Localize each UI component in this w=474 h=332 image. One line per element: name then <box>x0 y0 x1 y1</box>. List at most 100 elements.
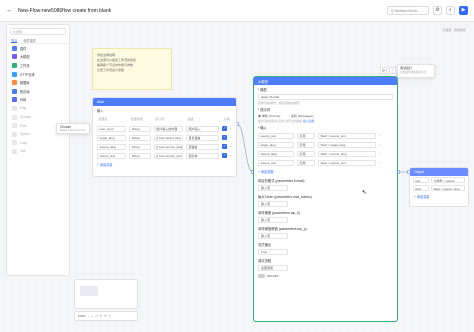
required-checkbox[interactable]: ✓ <box>222 126 228 131</box>
theme-icon[interactable]: ◐ <box>446 6 455 15</box>
palette-item[interactable]: 插件 <box>7 44 69 53</box>
remove-param-icon[interactable]: − <box>379 143 381 147</box>
flag-icon[interactable]: ⚐ <box>109 314 112 318</box>
param-label: 采样阈值阈值 (parameters.top_p) <box>258 227 307 231</box>
back-arrow-icon[interactable]: ← <box>6 7 13 14</box>
param-value-field[interactable]: Start > source_text <box>318 159 376 166</box>
palette-item[interactable]: 大模型 <box>7 53 69 62</box>
insert-variable-link[interactable]: 插入变量 <box>303 119 314 123</box>
var-default-field[interactable]: {{ from.target_lang }} <box>153 134 184 141</box>
var-name-field[interactable]: target_lang <box>97 134 127 141</box>
llm-node[interactable]: 大模型 * 模型 qwen-7b-chat 选择合适的模型，或者添加新的模型 *… <box>253 76 398 322</box>
input-param-row: source_text 引用 Start > source_text − <box>254 131 397 140</box>
start-node[interactable]: Start 输入 变量名 变量类型 默认值 描述 必填 user_input St… <box>92 97 237 177</box>
palette-item[interactable]: Flag <box>7 104 69 113</box>
zoom-level[interactable]: 100% <box>78 314 86 318</box>
llm-add-param-button[interactable]: + 添加参数 <box>254 167 397 176</box>
var-type-field[interactable]: String <box>129 143 151 150</box>
palette-item[interactable]: Tool <box>7 147 69 156</box>
param-value-field[interactable]: 全部调用 <box>258 265 288 271</box>
palette-item[interactable]: 知识库 <box>7 87 69 96</box>
remove-row-icon[interactable]: − <box>230 154 232 158</box>
redo-icon[interactable]: ↷ <box>104 314 107 318</box>
palette-item[interactable]: 代码 <box>7 96 69 105</box>
node-type-icon <box>12 62 17 68</box>
more-icon[interactable]: ⋮ <box>389 67 396 74</box>
zoom-in-icon[interactable]: + <box>91 314 93 318</box>
var-type-field[interactable]: String <box>129 125 151 132</box>
param-type-field[interactable]: 引用 <box>297 141 315 148</box>
param-value-field[interactable]: Start > source_lang <box>318 150 376 157</box>
palette-item[interactable]: Choose <box>7 113 69 122</box>
param-type-field[interactable]: 引用 <box>297 132 315 139</box>
var-type-field[interactable]: String <box>129 152 151 159</box>
param-type-field[interactable]: 引用 <box>297 159 315 166</box>
var-type-field[interactable]: String <box>129 134 151 141</box>
run-button[interactable]: ▶ <box>459 6 468 15</box>
output-name-field[interactable]: lang <box>413 185 429 191</box>
remove-param-icon[interactable]: − <box>379 161 381 165</box>
remove-row-icon[interactable]: − <box>230 127 232 131</box>
tab-plugins[interactable]: 组件插件 <box>23 38 36 43</box>
undo-icon[interactable]: ↶ <box>100 314 103 318</box>
param-value-field[interactable]: 输入值 <box>258 217 288 223</box>
required-checkbox[interactable]: ✓ <box>222 153 228 158</box>
palette-item[interactable]: 工作流 <box>7 61 69 70</box>
var-name-field[interactable]: user_input <box>97 125 127 132</box>
var-default-field[interactable]: 用户输入的内容 <box>153 125 184 132</box>
output-rows: text 大模型 > output lang Start > source_lang <box>410 176 468 192</box>
var-default-field[interactable]: {{ from.source_lang }} <box>153 143 184 150</box>
output-add-button[interactable]: + 添加变量 <box>410 192 468 201</box>
toggle-switch[interactable] <box>258 274 265 278</box>
remove-row-icon[interactable]: − <box>230 136 232 140</box>
palette-list: 插件 大模型 工作流 HTTP请求 数据库 知识库 代码 Flag Choose Flow Opti… <box>7 44 69 156</box>
param-name-field[interactable]: source_text <box>258 159 294 166</box>
zoom-out-icon[interactable]: − <box>88 314 90 318</box>
search-input[interactable]: Q Workflow Studio <box>387 6 429 15</box>
var-desc-field[interactable]: 源文本 <box>186 152 220 159</box>
param-value-field[interactable]: 输入值 <box>258 233 288 239</box>
settings-icon[interactable]: ⚙ <box>433 6 442 15</box>
required-checkbox[interactable]: ✓ <box>222 144 228 149</box>
var-name-field[interactable]: source_lang <box>97 143 127 150</box>
minimap-viewport[interactable] <box>80 286 98 296</box>
var-default-field[interactable]: {{ from.source_text }} <box>153 152 184 159</box>
start-add-variable-button[interactable]: + 添加变量 <box>93 160 236 169</box>
palette-search-input[interactable]: Q 搜索 <box>10 28 66 35</box>
var-desc-field[interactable]: 源语言 <box>186 143 220 150</box>
param-name-field[interactable]: source_lang <box>258 150 294 157</box>
palette-item[interactable]: HTTP请求 <box>7 70 69 79</box>
param-value-field[interactable]: Start > source_text <box>318 132 376 139</box>
output-node[interactable]: Output text 大模型 > output lang Start > sourc… <box>409 167 469 207</box>
output-name-field[interactable]: text <box>413 177 429 183</box>
output-value-field[interactable]: 大模型 > output <box>431 177 465 183</box>
var-desc-field[interactable]: 用户输入 <box>186 125 220 132</box>
radio-single[interactable]: ◉ 单轮 (Prompt) <box>258 114 280 118</box>
param-value-field[interactable]: 输入值 <box>258 201 288 207</box>
param-value-field[interactable]: 输入值 <box>258 185 288 191</box>
remove-param-icon[interactable]: − <box>379 134 381 138</box>
param-value-field[interactable]: True <box>258 249 288 255</box>
node-type-icon <box>12 71 17 77</box>
sticky-note[interactable]: 添加注释说明 在这里可以描述工作流的用途 解释各个节点的作用与参数 记录工作流设… <box>92 48 172 90</box>
api-key-toggle[interactable]: API-KEY <box>254 272 397 280</box>
param-name-field[interactable]: source_text <box>258 132 294 139</box>
palette-item[interactable]: 数据库 <box>7 78 69 87</box>
drag-preview[interactable]: Choose Select a item from list <box>56 123 90 134</box>
radio-multi[interactable]: ○ 多轮 (Messages) <box>288 114 313 118</box>
palette-item[interactable]: Loop <box>7 139 69 148</box>
refresh-icon[interactable]: ⟳ <box>380 67 387 74</box>
remove-param-icon[interactable]: − <box>379 152 381 156</box>
required-checkbox[interactable]: ✓ <box>222 135 228 140</box>
fit-view-icon[interactable]: ⤢ <box>95 314 97 318</box>
minimap[interactable] <box>74 279 138 309</box>
remove-row-icon[interactable]: − <box>230 145 232 149</box>
model-select[interactable]: qwen-7b-chat <box>258 94 393 100</box>
param-name-field[interactable]: target_lang <box>258 141 294 148</box>
param-value-field[interactable]: Start > target_lang <box>318 141 376 148</box>
param-type-field[interactable]: 引用 <box>297 150 315 157</box>
var-name-field[interactable]: source_text <box>97 152 127 159</box>
tab-nodes[interactable]: 节点 <box>11 38 18 43</box>
var-desc-field[interactable]: 目标语言 <box>186 134 220 141</box>
output-value-field[interactable]: Start > source_lang <box>431 185 465 191</box>
